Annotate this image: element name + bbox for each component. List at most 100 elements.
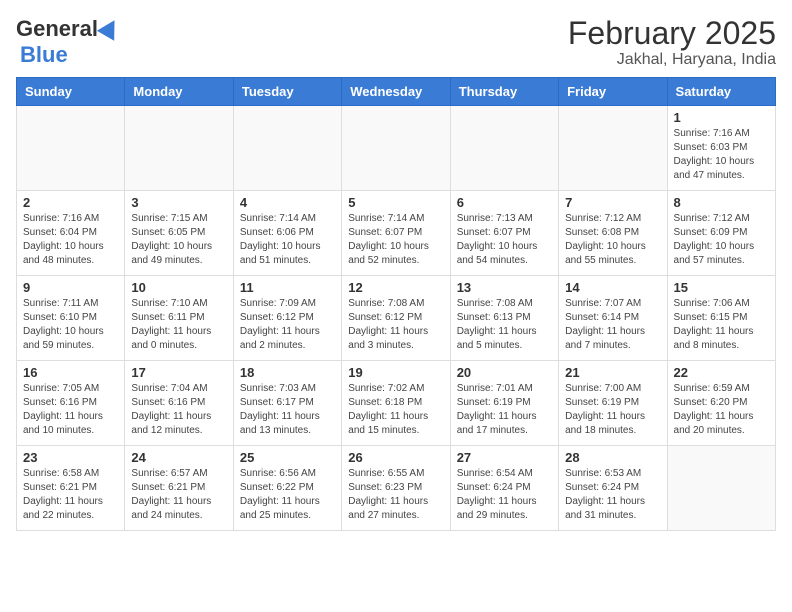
- table-row: 23 Sunrise: 6:58 AM Sunset: 6:21 PM Dayli…: [17, 446, 125, 531]
- day-info: Sunrise: 7:05 AM Sunset: 6:16 PM Dayligh…: [23, 382, 118, 438]
- day-info: Sunrise: 7:00 AM Sunset: 6:19 PM Dayligh…: [565, 382, 660, 438]
- day-info: Sunrise: 6:55 AM Sunset: 6:23 PM Dayligh…: [348, 467, 443, 523]
- day-number: 21: [565, 365, 660, 380]
- day-number: 24: [131, 450, 226, 465]
- day-info: Sunrise: 7:15 AM Sunset: 6:05 PM Dayligh…: [131, 212, 226, 268]
- table-row: 12 Sunrise: 7:08 AM Sunset: 6:12 PM Dayli…: [342, 276, 450, 361]
- table-row: 16Sunrise: 7:05 AM Sunset: 6:16 PM Dayli…: [17, 361, 125, 446]
- day-info: Sunrise: 7:03 AM Sunset: 6:17 PM Dayligh…: [240, 382, 335, 438]
- day-info: Sunrise: 7:08 AM Sunset: 6:12 PM Dayligh…: [348, 297, 443, 353]
- day-number: 25: [240, 450, 335, 465]
- day-number: 3: [131, 195, 226, 210]
- col-thursday: Thursday: [450, 78, 558, 106]
- table-row: [342, 106, 450, 191]
- table-row: 26 Sunrise: 6:55 AM Sunset: 6:23 PM Dayli…: [342, 446, 450, 531]
- table-row: 28 Sunrise: 6:53 AM Sunset: 6:24 PM Dayli…: [559, 446, 667, 531]
- table-row: 17 Sunrise: 7:04 AM Sunset: 6:16 PM Dayli…: [125, 361, 233, 446]
- page-header: General Blue February 2025 Jakhal, Harya…: [16, 16, 776, 69]
- table-row: 4 Sunrise: 7:14 AM Sunset: 6:06 PM Daylig…: [233, 191, 341, 276]
- day-info: Sunrise: 6:53 AM Sunset: 6:24 PM Dayligh…: [565, 467, 660, 523]
- day-info: Sunrise: 7:10 AM Sunset: 6:11 PM Dayligh…: [131, 297, 226, 353]
- day-info: Sunrise: 7:16 AM Sunset: 6:04 PM Dayligh…: [23, 212, 118, 268]
- calendar-week-row: 2 Sunrise: 7:16 AM Sunset: 6:04 PM Daylig…: [17, 191, 776, 276]
- table-row: 5 Sunrise: 7:14 AM Sunset: 6:07 PM Daylig…: [342, 191, 450, 276]
- day-info: Sunrise: 7:07 AM Sunset: 6:14 PM Dayligh…: [565, 297, 660, 353]
- day-number: 23: [23, 450, 118, 465]
- day-number: 13: [457, 280, 552, 295]
- day-info: Sunrise: 7:11 AM Sunset: 6:10 PM Dayligh…: [23, 297, 118, 353]
- day-info: Sunrise: 7:16 AM Sunset: 6:03 PM Dayligh…: [674, 127, 769, 183]
- title-block: February 2025 Jakhal, Haryana, India: [568, 16, 776, 69]
- calendar-week-row: 1 Sunrise: 7:16 AM Sunset: 6:03 PM Daylig…: [17, 106, 776, 191]
- col-saturday: Saturday: [667, 78, 775, 106]
- day-number: 28: [565, 450, 660, 465]
- table-row: 18Sunrise: 7:03 AM Sunset: 6:17 PM Dayli…: [233, 361, 341, 446]
- table-row: 1 Sunrise: 7:16 AM Sunset: 6:03 PM Daylig…: [667, 106, 775, 191]
- day-info: Sunrise: 7:14 AM Sunset: 6:06 PM Dayligh…: [240, 212, 335, 268]
- table-row: 22 Sunrise: 6:59 AM Sunset: 6:20 PM Dayli…: [667, 361, 775, 446]
- day-number: 11: [240, 280, 335, 295]
- table-row: 8 Sunrise: 7:12 AM Sunset: 6:09 PM Daylig…: [667, 191, 775, 276]
- table-row: 7 Sunrise: 7:12 AM Sunset: 6:08 PM Daylig…: [559, 191, 667, 276]
- logo-triangle-icon: [97, 15, 123, 41]
- day-info: Sunrise: 6:58 AM Sunset: 6:21 PM Dayligh…: [23, 467, 118, 523]
- col-wednesday: Wednesday: [342, 78, 450, 106]
- day-number: 20: [457, 365, 552, 380]
- day-info: Sunrise: 7:09 AM Sunset: 6:12 PM Dayligh…: [240, 297, 335, 353]
- day-number: 17: [131, 365, 226, 380]
- table-row: 27 Sunrise: 6:54 AM Sunset: 6:24 PM Dayli…: [450, 446, 558, 531]
- day-info: Sunrise: 7:12 AM Sunset: 6:08 PM Dayligh…: [565, 212, 660, 268]
- logo-blue-text: Blue: [20, 42, 68, 68]
- day-number: 27: [457, 450, 552, 465]
- day-number: 5: [348, 195, 443, 210]
- day-number: 2: [23, 195, 118, 210]
- day-number: 7: [565, 195, 660, 210]
- table-row: 20 Sunrise: 7:01 AM Sunset: 6:19 PM Dayli…: [450, 361, 558, 446]
- day-info: Sunrise: 7:12 AM Sunset: 6:09 PM Dayligh…: [674, 212, 769, 268]
- day-info: Sunrise: 7:04 AM Sunset: 6:16 PM Dayligh…: [131, 382, 226, 438]
- day-info: Sunrise: 7:06 AM Sunset: 6:15 PM Dayligh…: [674, 297, 769, 353]
- day-info: Sunrise: 7:14 AM Sunset: 6:07 PM Dayligh…: [348, 212, 443, 268]
- table-row: 6Sunrise: 7:13 AM Sunset: 6:07 PM Daylig…: [450, 191, 558, 276]
- logo: General Blue: [16, 16, 120, 68]
- day-number: 15: [674, 280, 769, 295]
- day-info: Sunrise: 6:59 AM Sunset: 6:20 PM Dayligh…: [674, 382, 769, 438]
- day-number: 19: [348, 365, 443, 380]
- day-number: 4: [240, 195, 335, 210]
- day-number: 10: [131, 280, 226, 295]
- day-number: 26: [348, 450, 443, 465]
- col-monday: Monday: [125, 78, 233, 106]
- table-row: [667, 446, 775, 531]
- day-number: 22: [674, 365, 769, 380]
- col-friday: Friday: [559, 78, 667, 106]
- table-row: [125, 106, 233, 191]
- table-row: 13 Sunrise: 7:08 AM Sunset: 6:13 PM Dayli…: [450, 276, 558, 361]
- table-row: [559, 106, 667, 191]
- table-row: 14Sunrise: 7:07 AM Sunset: 6:14 PM Dayli…: [559, 276, 667, 361]
- table-row: [233, 106, 341, 191]
- day-info: Sunrise: 7:01 AM Sunset: 6:19 PM Dayligh…: [457, 382, 552, 438]
- day-info: Sunrise: 6:54 AM Sunset: 6:24 PM Dayligh…: [457, 467, 552, 523]
- table-row: 11 Sunrise: 7:09 AM Sunset: 6:12 PM Dayli…: [233, 276, 341, 361]
- day-info: Sunrise: 7:08 AM Sunset: 6:13 PM Dayligh…: [457, 297, 552, 353]
- table-row: 2 Sunrise: 7:16 AM Sunset: 6:04 PM Daylig…: [17, 191, 125, 276]
- day-number: 9: [23, 280, 118, 295]
- table-row: 15 Sunrise: 7:06 AM Sunset: 6:15 PM Dayli…: [667, 276, 775, 361]
- day-info: Sunrise: 6:57 AM Sunset: 6:21 PM Dayligh…: [131, 467, 226, 523]
- day-number: 1: [674, 110, 769, 125]
- col-tuesday: Tuesday: [233, 78, 341, 106]
- day-number: 12: [348, 280, 443, 295]
- day-number: 6: [457, 195, 552, 210]
- table-row: 9 Sunrise: 7:11 AM Sunset: 6:10 PM Daylig…: [17, 276, 125, 361]
- calendar-week-row: 9 Sunrise: 7:11 AM Sunset: 6:10 PM Daylig…: [17, 276, 776, 361]
- day-number: 8: [674, 195, 769, 210]
- table-row: 10 Sunrise: 7:10 AM Sunset: 6:11 PM Dayli…: [125, 276, 233, 361]
- calendar-week-row: 16Sunrise: 7:05 AM Sunset: 6:16 PM Dayli…: [17, 361, 776, 446]
- table-row: 21 Sunrise: 7:00 AM Sunset: 6:19 PM Dayli…: [559, 361, 667, 446]
- table-row: 25 Sunrise: 6:56 AM Sunset: 6:22 PM Dayli…: [233, 446, 341, 531]
- table-row: 3 Sunrise: 7:15 AM Sunset: 6:05 PM Daylig…: [125, 191, 233, 276]
- calendar-subtitle: Jakhal, Haryana, India: [568, 51, 776, 69]
- logo-general-text: General: [16, 16, 98, 42]
- day-info: Sunrise: 6:56 AM Sunset: 6:22 PM Dayligh…: [240, 467, 335, 523]
- col-sunday: Sunday: [17, 78, 125, 106]
